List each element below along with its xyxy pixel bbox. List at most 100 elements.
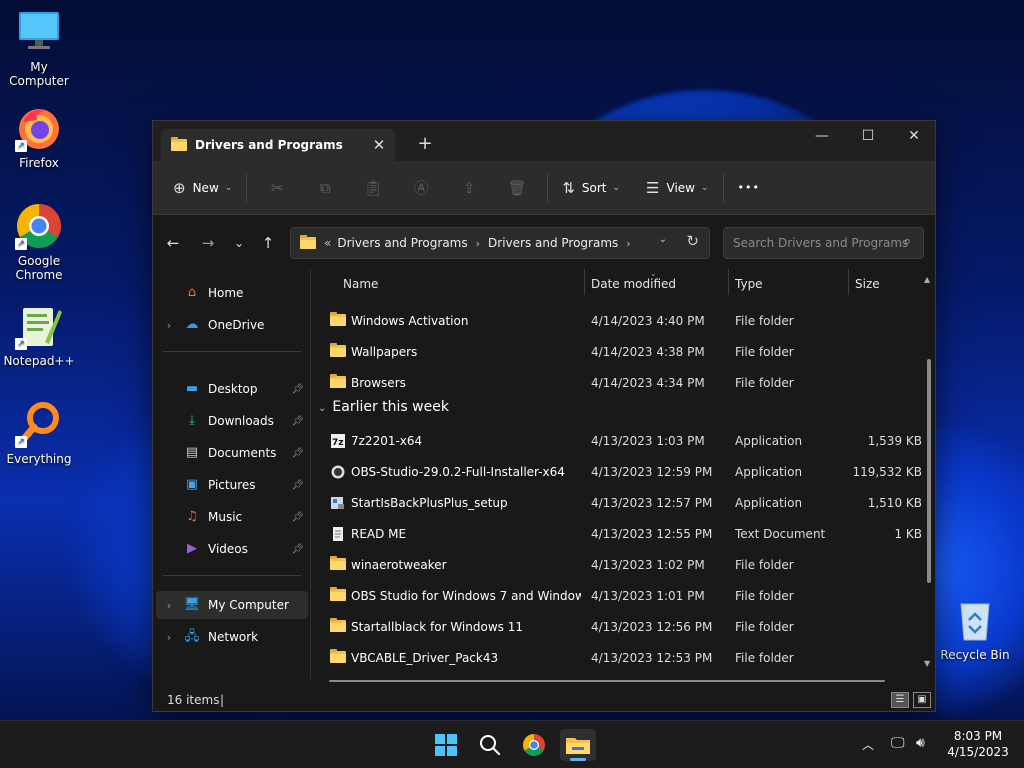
chevron-down-icon[interactable]: ⌄ bbox=[318, 403, 326, 414]
sidebar-item-downloads[interactable]: ⤓ Downloads 📌︎ bbox=[156, 407, 308, 435]
taskbar-search-button[interactable] bbox=[472, 729, 508, 761]
chevron-right-icon[interactable]: › bbox=[156, 631, 182, 644]
file-row[interactable]: Wallpapers 4/14/2023 4:38 PM File folder bbox=[312, 337, 912, 368]
file-row[interactable]: READ ME 4/13/2023 12:55 PM Text Document 1 … bbox=[312, 519, 922, 550]
sidebar-item-onedrive[interactable]: › ☁ OneDrive bbox=[156, 311, 308, 339]
folder-icon bbox=[330, 587, 346, 603]
desktop-icon-firefox[interactable]: ↗ Firefox bbox=[0, 104, 78, 170]
system-clock[interactable]: 8:03 PM 4/15/2023 bbox=[940, 728, 1016, 760]
file-row[interactable]: 7z 7z2201-x64 4/13/2023 1:03 PM Application… bbox=[312, 426, 922, 457]
sidebar-item-desktop[interactable]: ▬ Desktop 📌︎ bbox=[156, 375, 308, 403]
minimize-button[interactable]: — bbox=[799, 121, 845, 151]
desktop-icon-recycle-bin[interactable]: Recycle Bin bbox=[936, 596, 1014, 662]
scroll-down-arrow-icon[interactable]: ▼ bbox=[924, 659, 930, 668]
close-tab-button[interactable]: ✕ bbox=[367, 136, 391, 154]
delete-icon[interactable]: 🗑︎ bbox=[493, 172, 541, 204]
status-separator: | bbox=[220, 693, 225, 707]
file-row[interactable]: OBS Studio for Windows 7 and Windows ...… bbox=[312, 581, 912, 612]
sidebar-item-network[interactable]: › 🖧︎ Network bbox=[156, 623, 308, 651]
column-divider[interactable] bbox=[728, 269, 729, 295]
view-button[interactable]: ☰ View ⌄ bbox=[638, 172, 716, 204]
sidebar-item-music[interactable]: ♫ Music 📌︎ bbox=[156, 503, 308, 531]
file-name: winaerotweaker bbox=[351, 558, 447, 572]
sidebar-item-pictures[interactable]: ▣ Pictures 📌︎ bbox=[156, 471, 308, 499]
toolbar-divider bbox=[722, 172, 724, 203]
desktop-icon-my-computer[interactable]: My Computer bbox=[0, 8, 78, 88]
refresh-icon[interactable]: ↻ bbox=[686, 232, 699, 250]
back-button[interactable]: ← bbox=[159, 231, 187, 255]
paste-icon[interactable]: 📋︎ bbox=[349, 172, 397, 204]
up-button[interactable]: ↑ bbox=[254, 231, 282, 255]
start-button[interactable] bbox=[428, 729, 464, 761]
desktop-icon-notepadpp[interactable]: ↗ Notepad++ bbox=[0, 302, 78, 368]
column-header-size[interactable]: Size bbox=[855, 269, 880, 299]
volume-icon[interactable]: 🔊︎ bbox=[916, 735, 925, 751]
sidebar-item-documents[interactable]: ▤ Documents 📌︎ bbox=[156, 439, 308, 467]
copy-icon[interactable]: ⧉ bbox=[301, 172, 349, 204]
maximize-button[interactable]: ☐ bbox=[845, 121, 891, 151]
close-window-button[interactable]: ✕ bbox=[891, 121, 937, 151]
desktop-icon-google-chrome[interactable]: ↗ Google Chrome bbox=[0, 202, 78, 282]
chevron-right-icon[interactable]: › bbox=[156, 319, 182, 332]
sidebar-item-videos[interactable]: ▶ Videos 📌︎ bbox=[156, 535, 308, 563]
group-header[interactable]: ⌄ Earlier this week bbox=[318, 399, 449, 415]
details-view-button[interactable]: ☰ bbox=[891, 692, 909, 708]
breadcrumb-item[interactable]: Drivers and Programs bbox=[488, 236, 618, 250]
overflow-chevron[interactable]: « bbox=[324, 236, 331, 250]
share-icon[interactable]: ⇪ bbox=[445, 172, 493, 204]
file-row[interactable]: StartIsBackPlusPlus_setup 4/13/2023 12:57… bbox=[312, 488, 922, 519]
column-divider[interactable] bbox=[584, 269, 585, 295]
vertical-scrollbar[interactable]: ▲ ▼ bbox=[924, 271, 933, 671]
column-header-name[interactable]: Name bbox=[343, 269, 378, 299]
file-type: File folder bbox=[735, 589, 794, 603]
monitor-icon bbox=[15, 8, 63, 56]
sidebar-item-my-computer[interactable]: › 🖥︎ My Computer bbox=[156, 591, 308, 619]
text-document-icon bbox=[330, 527, 346, 541]
more-options-button[interactable]: ••• bbox=[730, 172, 768, 204]
scroll-up-arrow-icon[interactable]: ▲ bbox=[924, 275, 930, 284]
sidebar-divider bbox=[163, 351, 301, 352]
sort-button[interactable]: ⇅ Sort ⌄ bbox=[554, 172, 628, 204]
scrollbar-thumb[interactable] bbox=[927, 359, 931, 583]
obs-icon bbox=[330, 465, 346, 479]
file-row[interactable]: Windows Activation 4/14/2023 4:40 PM File … bbox=[312, 306, 912, 337]
file-row[interactable]: Startallblack for Windows 11 4/13/2023 12… bbox=[312, 612, 912, 643]
desktop-icon-everything[interactable]: ↗ Everything bbox=[0, 400, 78, 466]
file-name: Windows Activation bbox=[351, 314, 469, 328]
file-date-modified: 4/13/2023 12:56 PM bbox=[591, 620, 713, 634]
sidebar-item-home[interactable]: ⌂ Home bbox=[156, 279, 308, 307]
chevron-right-icon[interactable]: › bbox=[626, 237, 630, 250]
network-status-icon[interactable]: 🖵︎ bbox=[891, 735, 905, 751]
recent-locations-button[interactable]: ⌄ bbox=[225, 231, 253, 255]
breadcrumb-item[interactable]: Drivers and Programs bbox=[337, 236, 467, 250]
file-name: READ ME bbox=[351, 527, 407, 541]
chevron-right-icon[interactable]: › bbox=[156, 599, 182, 612]
shortcut-arrow-icon: ↗ bbox=[15, 140, 27, 152]
forward-button[interactable]: → bbox=[194, 231, 222, 255]
file-row[interactable]: winaerotweaker 4/13/2023 1:02 PM File fold… bbox=[312, 550, 912, 581]
file-size: 1,510 KB bbox=[867, 496, 922, 510]
file-row[interactable]: VBCABLE_Driver_Pack43 4/13/2023 12:53 PM F… bbox=[312, 643, 912, 674]
address-dropdown-icon[interactable]: ⌄ bbox=[659, 234, 667, 245]
rename-icon[interactable]: Ⓐ bbox=[397, 172, 445, 204]
new-button[interactable]: ⊕ New ⌄ bbox=[165, 172, 240, 204]
file-row[interactable]: Browsers 4/14/2023 4:34 PM File folder bbox=[312, 368, 912, 399]
file-name: OBS-Studio-29.0.2-Full-Installer-x64 bbox=[351, 465, 565, 479]
column-divider[interactable] bbox=[848, 269, 849, 295]
column-header-type[interactable]: Type bbox=[735, 269, 763, 299]
horizontal-scrollbar[interactable] bbox=[329, 680, 885, 682]
tiles-view-button[interactable]: ▣ bbox=[913, 692, 931, 708]
explorer-tab[interactable]: Drivers and Programs ✕ bbox=[161, 129, 395, 161]
taskbar-chrome-button[interactable] bbox=[516, 729, 552, 761]
taskbar-file-explorer-button[interactable] bbox=[560, 729, 596, 761]
address-bar[interactable]: « Drivers and Programs › Drivers and Pro… bbox=[290, 227, 710, 259]
search-box[interactable]: Search Drivers and Programs ⌕ bbox=[723, 227, 924, 259]
file-date-modified: 4/13/2023 12:55 PM bbox=[591, 527, 713, 541]
show-hidden-icons-chevron[interactable]: ︿ bbox=[862, 736, 874, 753]
file-row[interactable]: OBS-Studio-29.0.2-Full-Installer-x64 4/13… bbox=[312, 457, 922, 488]
command-bar: ⊕ New ⌄ ✂ ⧉ 📋︎ Ⓐ ⇪ 🗑︎ ⇅ Sort ⌄ ☰ View ⌄ … bbox=[153, 161, 935, 215]
column-header-date-modified[interactable]: Date modified bbox=[591, 269, 676, 299]
cut-icon[interactable]: ✂ bbox=[253, 172, 301, 204]
search-icon: ⌕ bbox=[903, 234, 911, 249]
new-tab-button[interactable]: + bbox=[413, 133, 437, 154]
